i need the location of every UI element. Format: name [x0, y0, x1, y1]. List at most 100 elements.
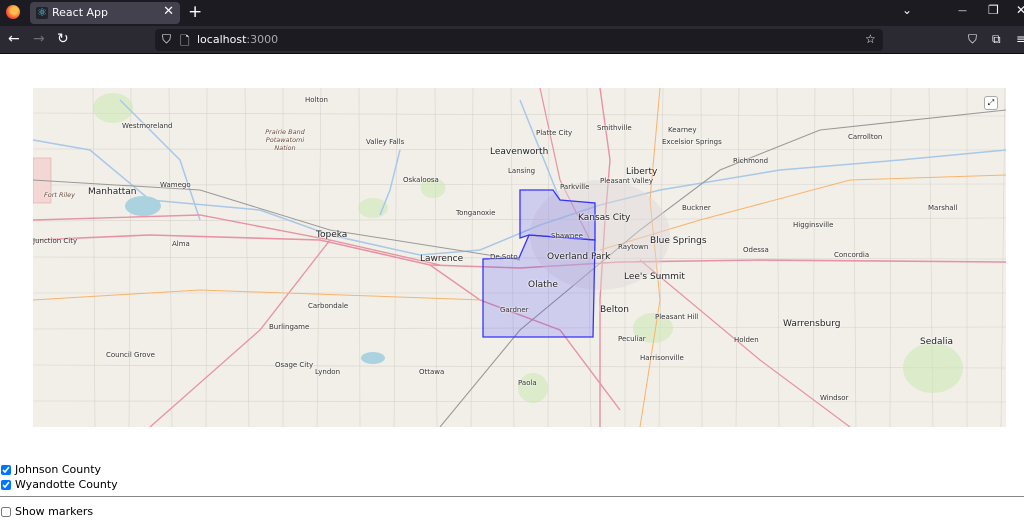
map-label: Gardner: [500, 306, 529, 314]
map-label: Ottawa: [419, 368, 445, 376]
map-label: Carrollton: [848, 133, 883, 141]
map-label: Peculiar: [618, 335, 646, 343]
map-label: Prairie Band Potawatomi Nation: [265, 128, 305, 152]
lake: [125, 196, 161, 216]
county-line: [92, 88, 96, 427]
map-label: Oskaloosa: [403, 176, 439, 184]
map-label: Burlingame: [269, 323, 310, 331]
county-line: [776, 88, 780, 427]
map-label: Richmond: [733, 157, 769, 165]
map-label: Lansing: [508, 167, 536, 175]
map-label: Wamego: [160, 181, 191, 189]
close-tab-icon[interactable]: ✕: [163, 4, 174, 19]
map-label: Belton: [600, 305, 629, 315]
map-label: Westmoreland: [122, 122, 173, 130]
map-label: Higginsville: [793, 221, 834, 229]
county-line: [1000, 88, 1006, 427]
url-bar[interactable]: ⛉ 🗋 localhost:3000 ☆: [155, 29, 883, 51]
johnson-county-checkbox[interactable]: Johnson County: [1, 463, 101, 476]
county-line: [735, 88, 740, 427]
map-label: Kearney: [668, 126, 697, 134]
bookmark-star-icon[interactable]: ☆: [865, 32, 876, 46]
map[interactable]: ⤢ Holton Westmoreland Prairie Band Potawat…: [33, 88, 1006, 427]
map-label: Paola: [518, 379, 537, 387]
tab-react-app[interactable]: ⚛ React App ✕: [30, 2, 180, 24]
shield-icon: ⛉: [162, 32, 172, 46]
map-label: Liberty: [626, 167, 658, 177]
tab-title: React App: [52, 6, 109, 19]
map-label: Alma: [172, 240, 190, 248]
minimize-icon[interactable]: —: [958, 6, 967, 16]
fullscreen-icon[interactable]: ⤢: [984, 96, 998, 110]
page-icon: 🗋: [180, 34, 190, 48]
show-markers-check[interactable]: [1, 506, 11, 517]
map-label: Raytown: [618, 243, 649, 251]
wyandotte-county-check[interactable]: [1, 479, 11, 490]
map-label: Osage City: [275, 361, 314, 369]
map-label: Junction City: [33, 237, 78, 245]
map-label: Harrisonville: [640, 354, 684, 362]
map-label: Kansas City: [578, 213, 631, 223]
map-label: Lyndon: [315, 368, 340, 376]
map-label: Parkville: [560, 183, 590, 191]
map-label: Holden: [734, 336, 759, 344]
url-port: :3000: [246, 33, 279, 46]
johnson-county-label: Johnson County: [15, 463, 102, 476]
map-label: Smithville: [597, 124, 632, 132]
react-icon: ⚛: [36, 6, 48, 19]
county-line: [889, 88, 892, 427]
divider: [0, 496, 1024, 497]
map-label: Manhattan: [88, 187, 137, 197]
wyandotte-county-label: Wyandotte County: [15, 478, 118, 491]
map-label: Buckner: [682, 204, 711, 212]
map-label: Topeka: [316, 230, 348, 240]
park-area: [518, 373, 548, 403]
map-label: Blue Springs: [650, 236, 707, 246]
menu-icon[interactable]: ≡: [1016, 32, 1024, 46]
map-label: Odessa: [743, 246, 769, 254]
map-label: Sedalia: [920, 337, 953, 347]
map-label: Pleasant Hill: [655, 313, 699, 321]
park-area: [903, 343, 963, 393]
map-label: Overland Park: [547, 252, 611, 262]
lake: [361, 352, 385, 364]
map-label: Excelsior Springs: [662, 138, 722, 146]
map-label: Lawrence: [420, 254, 464, 264]
list-all-tabs-icon[interactable]: ⌄: [902, 3, 912, 17]
map-label: Concordia: [834, 251, 870, 259]
reload-icon[interactable]: ↻: [57, 31, 69, 47]
county-line: [33, 112, 1006, 117]
map-label: Holton: [305, 96, 328, 104]
show-markers-label: Show markers: [15, 505, 94, 518]
url-text: localhost:3000: [197, 33, 278, 46]
johnson-county-check[interactable]: [1, 464, 11, 475]
map-label: Lee's Summit: [624, 272, 685, 282]
nav-bar: ← → ↻ ⛉ 🗋 localhost:3000 ☆ ⛉ ⧉ ≡: [0, 26, 1024, 54]
map-label: Leavenworth: [490, 147, 549, 157]
map-label: Windsor: [820, 394, 849, 402]
county-line: [33, 364, 1006, 369]
back-icon[interactable]: ←: [8, 31, 20, 47]
pocket-icon[interactable]: ⛉: [968, 32, 977, 47]
map-label: Shawnee: [551, 232, 583, 240]
show-markers-checkbox[interactable]: Show markers: [1, 505, 93, 518]
map-label: Marshall: [928, 204, 958, 212]
map-label: Fort Riley: [44, 191, 75, 199]
map-label: Valley Falls: [366, 138, 405, 146]
map-label: Carbondale: [308, 302, 349, 310]
map-label: Tonganoxie: [456, 209, 496, 217]
forward-icon[interactable]: →: [33, 31, 45, 47]
map-label: De Soto: [490, 253, 518, 261]
road: [33, 289, 484, 301]
map-label: Pleasant Valley: [600, 177, 653, 185]
map-label: Olathe: [528, 280, 558, 290]
extensions-icon[interactable]: ⧉: [992, 32, 1001, 47]
wyandotte-county-checkbox[interactable]: Wyandotte County: [1, 478, 118, 491]
close-window-icon[interactable]: ✕: [1016, 3, 1024, 17]
restore-icon[interactable]: ❐: [988, 3, 999, 17]
tab-bar: ⚛ React App ✕ + ⌄ — ❐ ✕: [0, 0, 1024, 26]
map-label: Warrensburg: [783, 319, 841, 329]
county-line: [470, 88, 474, 427]
new-tab-button[interactable]: +: [188, 2, 202, 22]
url-host: localhost: [197, 33, 247, 46]
